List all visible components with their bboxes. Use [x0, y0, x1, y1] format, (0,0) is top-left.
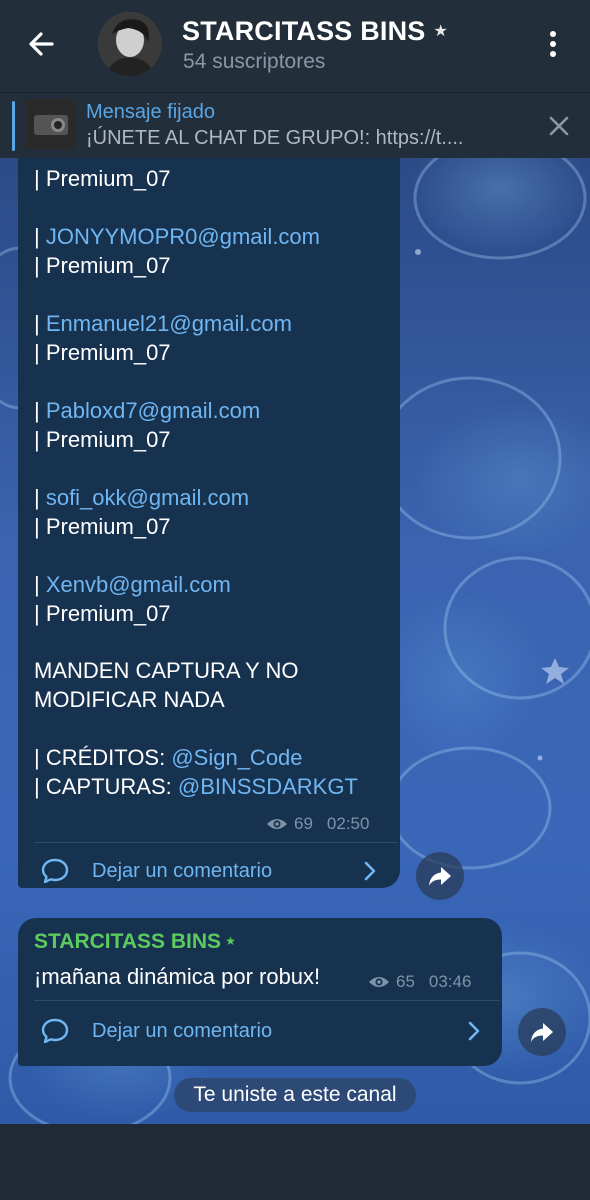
pinned-text: ¡ÚNETE AL CHAT DE GRUPO!: https://t....: [86, 127, 464, 149]
close-pinned-button[interactable]: [544, 111, 574, 146]
captures-mention-link[interactable]: @BINSSDARKGT: [178, 774, 358, 799]
pinned-message-bar[interactable]: Mensaje fijado ¡ÚNETE AL CHAT DE GRUPO!:…: [0, 92, 590, 158]
channel-title[interactable]: STARCITASS BINS ★: [182, 16, 448, 47]
plan-label: | Premium_07: [34, 340, 171, 365]
divider: [34, 842, 398, 843]
message-meta: 69 02:50: [266, 814, 369, 834]
service-message: Te uniste a este canal: [174, 1078, 416, 1112]
chevron-right-icon: [364, 861, 376, 881]
chat-area[interactable]: | Premium_07 | JONYYMOPR0@gmail.com | Pr…: [0, 158, 590, 1124]
credits-mention-link[interactable]: @Sign_Code: [171, 745, 302, 770]
back-arrow-icon: [29, 32, 54, 56]
pinned-indicator: [12, 101, 15, 151]
email-link[interactable]: Pabloxd7@gmail.com: [46, 398, 260, 423]
share-icon: [429, 867, 451, 886]
plan-label: | Premium_07: [34, 514, 171, 539]
divider: [34, 1000, 500, 1001]
message-note: MANDEN CAPTURA Y NO: [34, 658, 299, 683]
comment-bubble-icon: [41, 1018, 69, 1044]
share-button[interactable]: [518, 1008, 566, 1056]
comment-button[interactable]: Dejar un comentario: [40, 1014, 490, 1048]
close-icon: [549, 116, 569, 136]
captures-line: | CAPTURAS: @BINSSDARKGT: [34, 774, 358, 799]
plan-label: | Premium_07: [34, 427, 171, 452]
message-note: MODIFICAR NADA: [34, 687, 225, 712]
chat-header: STARCITASS BINS ★ 54 suscriptores: [0, 0, 590, 92]
comment-label: Dejar un comentario: [92, 859, 273, 882]
message-text: ¡mañana dinámica por robux!: [34, 964, 321, 989]
list-item: | Xenvb@gmail.com: [34, 572, 231, 597]
more-vert-icon: [550, 31, 556, 57]
list-item: | sofi_okk@gmail.com: [34, 485, 250, 510]
plan-label: | Premium_07: [34, 601, 171, 626]
view-count: 65: [396, 972, 415, 991]
message-time: 03:46: [428, 972, 472, 991]
pinned-thumbnail: [26, 99, 76, 149]
chevron-right-icon: [468, 1021, 480, 1041]
comment-label: Dejar un comentario: [92, 1019, 273, 1042]
eye-icon: [369, 977, 389, 987]
verified-star-icon: ★: [225, 934, 236, 948]
email-link[interactable]: sofi_okk@gmail.com: [46, 485, 249, 510]
message-bubble[interactable]: | Premium_07 | JONYYMOPR0@gmail.com | Pr…: [18, 158, 400, 888]
verified-star-icon: ★: [433, 23, 449, 40]
comment-button[interactable]: Dejar un comentario: [40, 854, 390, 888]
channel-avatar[interactable]: [98, 12, 162, 76]
list-item: | Enmanuel21@gmail.com: [34, 311, 292, 336]
email-link[interactable]: Enmanuel21@gmail.com: [46, 311, 292, 336]
plan-label: | Premium_07: [34, 253, 171, 278]
share-button[interactable]: [416, 852, 464, 900]
message-bubble[interactable]: STARCITASS BINS ★ ¡mañana dinámica por ro…: [18, 918, 502, 1066]
list-item: | Pabloxd7@gmail.com: [34, 398, 261, 423]
credits-line: | CRÉDITOS: @Sign_Code: [34, 745, 303, 770]
back-button[interactable]: [22, 24, 62, 64]
email-link[interactable]: Xenvb@gmail.com: [46, 572, 231, 597]
comment-bubble-icon: [41, 858, 69, 884]
pinned-title: Mensaje fijado: [86, 101, 215, 123]
list-item: | JONYYMOPR0@gmail.com: [34, 224, 320, 249]
bottom-bar: [0, 1124, 590, 1200]
email-link[interactable]: JONYYMOPR0@gmail.com: [46, 224, 320, 249]
message-time: 02:50: [326, 814, 370, 833]
message-text-line: | Premium_07: [34, 166, 171, 191]
more-options-button[interactable]: [538, 26, 568, 62]
message-meta: 65 03:46: [368, 972, 471, 992]
subscriber-count: 54 suscriptores: [183, 50, 326, 73]
sender-name[interactable]: STARCITASS BINS ★: [34, 930, 236, 954]
channel-name: STARCITASS BINS: [182, 16, 426, 46]
eye-icon: [267, 819, 287, 829]
view-count: 69: [294, 814, 313, 833]
share-icon: [531, 1023, 553, 1042]
